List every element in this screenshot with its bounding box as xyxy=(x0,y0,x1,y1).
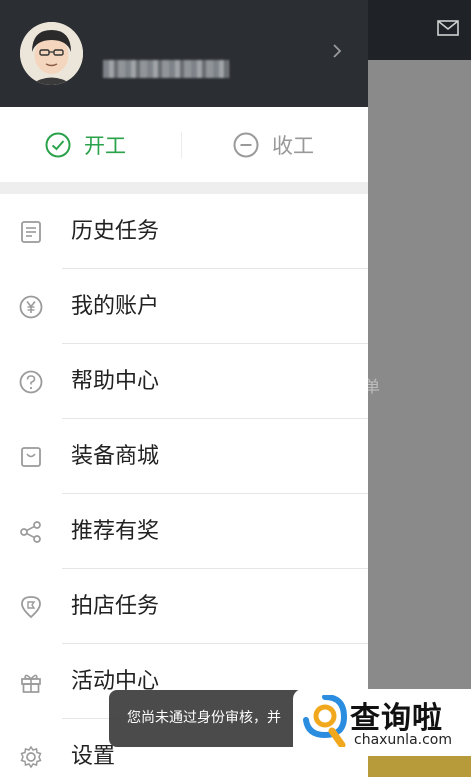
section-divider xyxy=(0,182,368,194)
menu-item-help-center[interactable]: 帮助中心 xyxy=(0,344,368,419)
menu-item-label: 我的账户 xyxy=(71,294,160,319)
settings-gear-icon xyxy=(20,745,42,769)
check-circle-icon xyxy=(45,132,71,157)
mail-icon[interactable] xyxy=(437,20,459,36)
location-pin-icon xyxy=(21,596,41,619)
yen-coin-icon xyxy=(19,295,43,319)
username-blurred xyxy=(103,60,229,78)
menu-item-referral-reward[interactable]: 推荐有奖 xyxy=(0,494,368,569)
background-bottom-bar xyxy=(368,755,471,777)
avatar[interactable] xyxy=(20,22,83,85)
menu-item-store-photo-tasks[interactable]: 拍店任务 xyxy=(0,569,368,644)
minus-circle-icon xyxy=(233,132,259,157)
avatar-cartoon-icon xyxy=(20,22,83,85)
gift-icon xyxy=(21,674,41,693)
work-status-toggle: 开工 收工 xyxy=(0,107,368,182)
help-circle-icon xyxy=(19,370,43,394)
work-divider xyxy=(181,132,182,158)
menu-item-label: 拍店任务 xyxy=(71,594,160,619)
stop-work-button[interactable]: 收工 xyxy=(232,107,314,182)
watermark-logo-icon xyxy=(303,695,348,747)
menu-item-label: 历史任务 xyxy=(71,219,160,244)
watermark: 查询啦 chaxunla.com xyxy=(293,689,471,756)
menu-item-label: 装备商城 xyxy=(71,444,160,469)
share-icon xyxy=(20,521,41,543)
chevron-right-icon[interactable] xyxy=(330,41,344,61)
watermark-name: 查询啦 xyxy=(350,701,443,736)
menu-item-equipment-store[interactable]: 装备商城 xyxy=(0,419,368,494)
watermark-domain: chaxunla.com xyxy=(354,732,452,748)
toast-text: 您尚未通过身份审核，并 xyxy=(127,710,281,726)
menu-item-label: 推荐有奖 xyxy=(71,519,160,544)
menu-item-label: 帮助中心 xyxy=(71,369,160,394)
start-work-label: 开工 xyxy=(84,133,126,158)
history-list-icon xyxy=(21,221,41,243)
stop-work-label: 收工 xyxy=(272,133,314,158)
navigation-drawer: 开工 收工 历史任务 我的账户 帮助中心 装备商城 推荐有奖 拍店任务 活动中心… xyxy=(0,0,368,777)
shopping-bag-icon xyxy=(21,447,41,467)
menu-item-my-account[interactable]: 我的账户 xyxy=(0,269,368,344)
profile-header[interactable] xyxy=(0,0,368,107)
start-work-button[interactable]: 开工 xyxy=(44,107,126,182)
menu-item-history-tasks[interactable]: 历史任务 xyxy=(0,194,368,269)
